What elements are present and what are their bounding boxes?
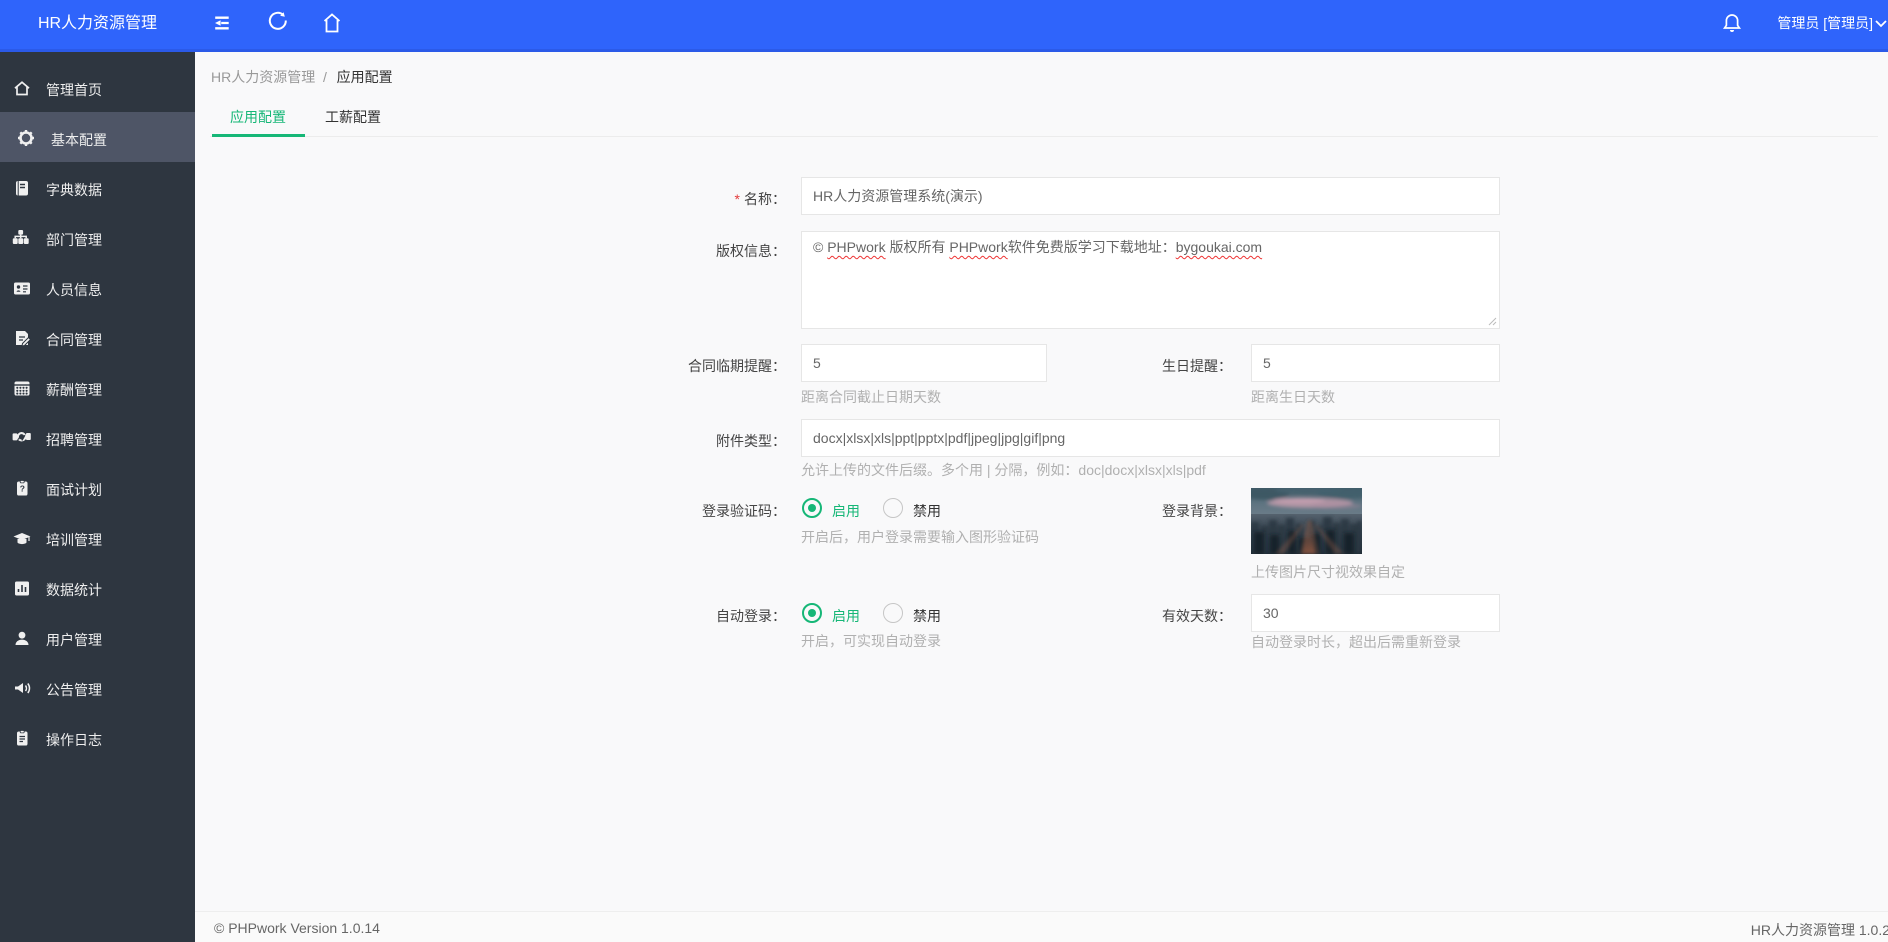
svg-text:?: ? <box>20 484 25 494</box>
